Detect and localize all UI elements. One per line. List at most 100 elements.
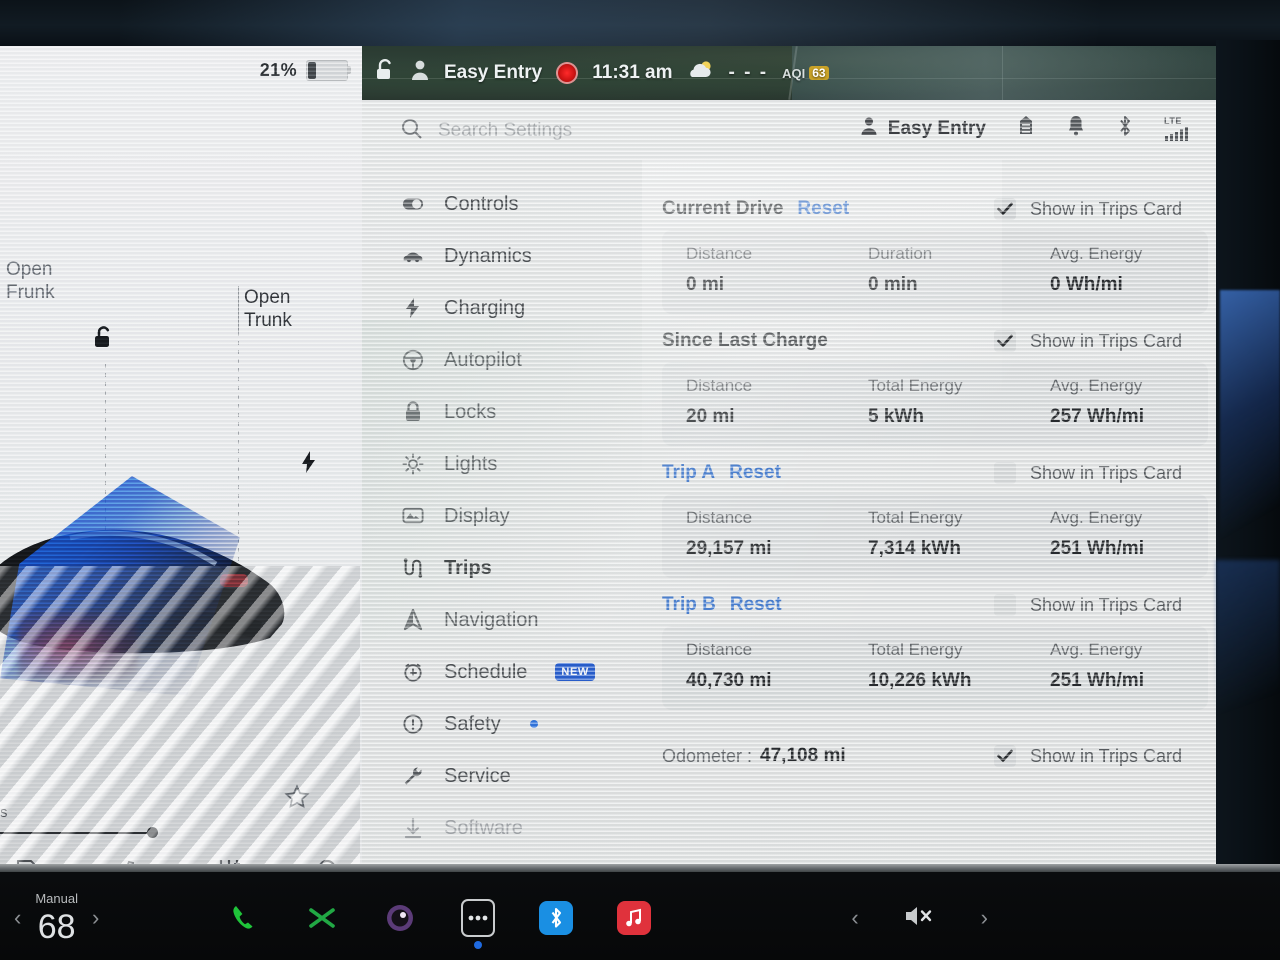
xfinity-icon[interactable] (305, 901, 339, 935)
alert-circle-icon (402, 712, 424, 736)
unlock-icon[interactable] (374, 58, 396, 88)
section-header: Current Drive Reset Show in Trips Card (662, 190, 1208, 228)
sidebar-label: Charging (444, 296, 526, 319)
profile-chip[interactable]: Easy Entry (860, 116, 986, 142)
show-in-trips-card-toggle[interactable]: Show in Trips Card (993, 462, 1208, 484)
unlock-icon[interactable] (92, 324, 116, 355)
screen-bezel-right (1216, 40, 1280, 872)
driver-temperature[interactable]: Manual 68 (35, 892, 78, 944)
media-control-row (0, 851, 358, 864)
stat-label: Distance (686, 376, 753, 395)
stat-label: Total Energy (868, 508, 963, 527)
sidebar-item-navigation[interactable]: Navigation (362, 594, 652, 646)
sidebar-item-locks[interactable]: Locks (362, 386, 652, 438)
sidebar-item-display[interactable]: Display (362, 490, 652, 542)
thumbs-down-icon[interactable] (14, 856, 44, 864)
stat-avg-energy: Avg. Energy 257 Wh/mi (1026, 376, 1208, 428)
chevron-right-icon[interactable]: › (92, 905, 99, 931)
search-icon (400, 117, 424, 146)
open-trunk-line1: Open (244, 287, 291, 308)
sidebar-item-dynamics[interactable]: Dynamics (362, 230, 652, 282)
status-profile-name[interactable]: Easy Entry (444, 62, 542, 84)
show-in-trips-card-toggle[interactable]: Show in Trips Card (993, 198, 1208, 220)
sliders-icon[interactable] (214, 856, 244, 864)
phone-icon[interactable] (227, 901, 261, 935)
padlock-icon (402, 400, 424, 424)
sidebar-item-service[interactable]: Service (362, 750, 652, 802)
media-track-text: s (0, 804, 8, 821)
more-icon[interactable] (461, 899, 496, 949)
bluetooth-icon[interactable] (1116, 114, 1134, 143)
sidebar-label: Navigation (444, 608, 539, 631)
sidebar-item-safety[interactable]: Safety (362, 698, 652, 750)
show-in-trips-card-label: Show in Trips Card (1029, 745, 1182, 766)
signal-bars-icon[interactable]: LTE (1164, 115, 1194, 141)
aqi-label: AQI (782, 65, 806, 81)
stat-label: Avg. Energy (1050, 244, 1143, 263)
sidebar-item-lights[interactable]: Lights (362, 438, 652, 490)
section-title[interactable]: Trip B (662, 594, 716, 616)
sidebar-label: Service (444, 764, 511, 787)
stat-label: Avg. Energy (1050, 508, 1143, 527)
search-icon[interactable] (314, 856, 344, 864)
music-icon[interactable] (617, 901, 652, 935)
reset-button[interactable]: Reset (729, 462, 781, 484)
reset-button[interactable]: Reset (730, 594, 782, 616)
show-in-trips-card-toggle[interactable]: Show in Trips Card (993, 594, 1208, 616)
status-bar: Easy Entry 11:31 am - - - AQI 63 (362, 46, 1228, 100)
chevron-left-icon[interactable]: ‹ (851, 905, 858, 931)
reset-button[interactable]: Reset (797, 198, 849, 220)
wrench-icon (402, 764, 424, 788)
bottom-dock: ‹ Manual 68 › ‹ › (0, 876, 1280, 960)
chevron-right-icon[interactable]: › (981, 905, 988, 931)
volume-mute-icon[interactable] (903, 903, 937, 934)
stat-total-energy: Total Energy 5 kWh (844, 376, 1026, 428)
section-title: Since Last Charge (662, 330, 828, 351)
star-icon[interactable] (284, 784, 310, 815)
show-in-trips-card-toggle[interactable]: Show in Trips Card (993, 745, 1208, 767)
search-input[interactable]: Search Settings (400, 117, 572, 146)
checkbox-checked[interactable] (993, 198, 1016, 220)
section-title[interactable]: Trip A (662, 462, 715, 484)
sidebar-item-trips[interactable]: Trips (362, 542, 652, 594)
checkbox-unchecked[interactable] (993, 594, 1016, 616)
stat-label: Distance (686, 640, 753, 659)
stat-value: 0 min (868, 274, 918, 295)
bluetooth-app-icon[interactable] (539, 901, 574, 935)
trunk-leader-tick (238, 286, 239, 332)
sidebar-label: Locks (444, 400, 497, 423)
person-icon[interactable] (410, 59, 430, 87)
thumbs-up-icon[interactable] (114, 856, 144, 864)
key-card-icon[interactable] (1016, 114, 1036, 143)
checkbox-checked[interactable] (993, 745, 1016, 767)
open-frunk-label[interactable]: Open Frunk (6, 258, 116, 304)
show-in-trips-card-toggle[interactable]: Show in Trips Card (993, 330, 1208, 352)
camera-icon[interactable] (383, 901, 417, 935)
media-progress-track[interactable] (0, 832, 150, 834)
sidebar-item-software[interactable]: Software (362, 802, 652, 854)
stat-label: Distance (686, 244, 753, 263)
checkbox-checked[interactable] (993, 330, 1016, 352)
chevron-left-icon[interactable]: ‹ (14, 905, 21, 931)
sidebar-item-charging[interactable]: Charging (362, 282, 652, 334)
network-type-label: LTE (1164, 115, 1182, 126)
record-dot-icon[interactable] (556, 62, 579, 84)
status-temperature: - - - (728, 62, 769, 83)
checkbox-unchecked[interactable] (993, 462, 1016, 484)
open-trunk-label[interactable]: Open Trunk (244, 286, 354, 332)
stat-value: 29,157 mi (686, 538, 772, 559)
section-trip-b: Trip B Reset Show in Trips Card Distance… (662, 586, 1208, 710)
status-time: 11:31 am (592, 62, 673, 83)
stat-distance: Distance 0 mi (662, 244, 844, 296)
battery-indicator[interactable]: 21% (260, 60, 351, 81)
sidebar-item-schedule[interactable]: Schedule NEW (362, 646, 652, 698)
navigation-arrow-icon (402, 608, 424, 632)
media-progress-handle[interactable] (147, 827, 158, 838)
sidebar-item-autopilot[interactable]: Autopilot (362, 334, 652, 386)
sidebar-item-controls[interactable]: Controls (362, 178, 652, 230)
open-trunk-line2: Trunk (244, 310, 292, 331)
screen-bezel-top (0, 0, 1280, 46)
bell-icon[interactable] (1066, 114, 1086, 143)
battery-icon (306, 60, 351, 81)
show-in-trips-card-label: Show in Trips Card (1029, 198, 1182, 219)
